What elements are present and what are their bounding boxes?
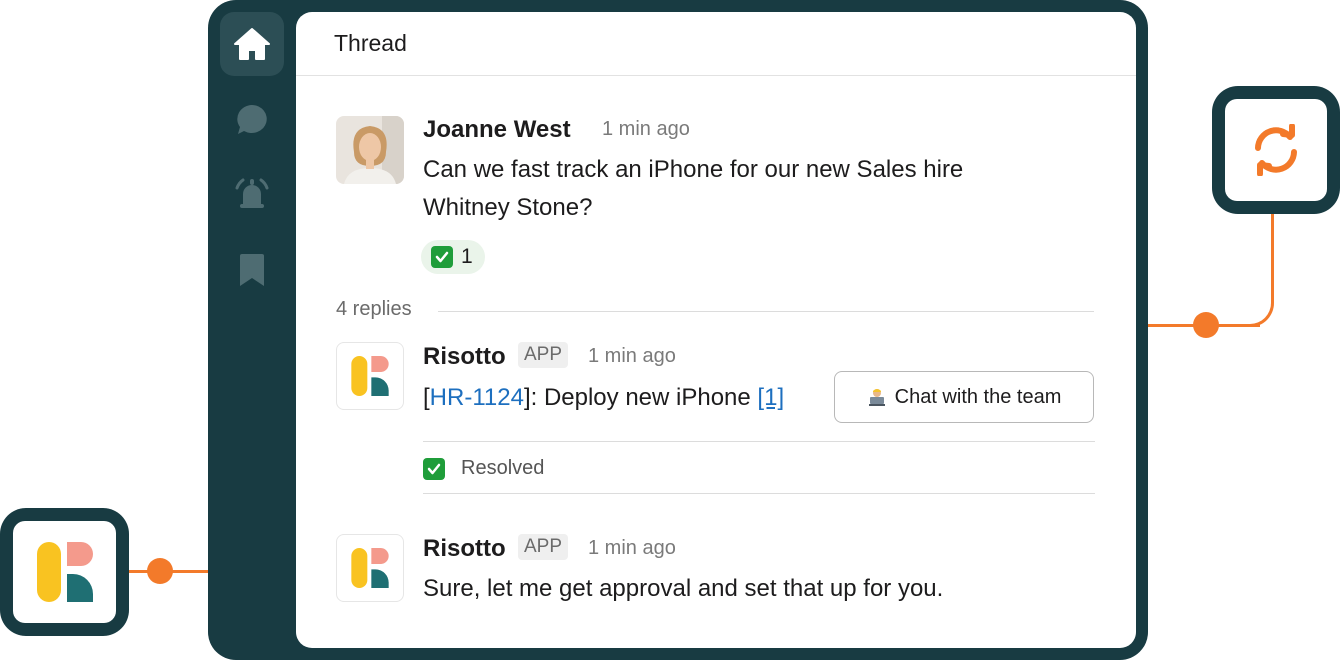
message-text-line1: Can we fast track an iPhone for our new … [423,156,964,183]
status-divider-bottom [423,493,1095,494]
alarm-bell-icon [235,178,269,208]
reference-link[interactable]: [1] [757,384,784,411]
ticket-bracket-open: [ [423,384,430,411]
message-timestamp: 1 min ago [588,537,676,559]
thread-header: Thread [296,12,1136,76]
ticket-summary: : Deploy new iPhone [530,384,758,411]
risotto-logo-icon [36,542,93,602]
resolved-status: Resolved [423,457,544,480]
check-mark-icon [423,457,445,480]
app-badge: APP [518,534,569,560]
chat-with-team-label: Chat with the team [894,385,1062,408]
check-mark-icon [431,246,453,268]
reaction-count: 1 [461,245,473,268]
user-photo-icon [336,116,404,184]
ticket-bracket-close: ] [523,384,531,411]
ticket-link[interactable]: HR-1124 [430,384,524,411]
right-connector-curve [1230,206,1274,327]
message-timestamp: 1 min ago [588,345,676,367]
message-author[interactable]: Joanne West [423,116,571,144]
status-divider-top [423,441,1095,442]
risotto-app-tile[interactable] [0,508,129,636]
rail-home[interactable] [220,12,284,76]
sync-app-tile[interactable] [1212,86,1340,214]
app-badge: APP [518,342,569,368]
chat-bubble-icon [237,105,267,134]
message-author[interactable]: Risotto [423,535,506,563]
message-author[interactable]: Risotto [423,343,506,371]
sync-tile-inner [1225,99,1327,201]
thread-panel: Thread Joanne West 1 min ago Can we fast… [296,12,1136,648]
replies-count[interactable]: 4 replies [336,298,412,321]
message-text-line2: Whitney Stone? [423,194,593,221]
bookmark-icon [240,254,264,286]
risotto-logo-icon [351,356,389,396]
avatar[interactable] [336,342,404,410]
rail-alerts[interactable] [220,162,284,226]
left-connector-dot [147,558,173,584]
avatar[interactable] [336,534,404,602]
message-text: Can we fast track an iPhone for our new … [423,151,963,227]
thread-title: Thread [334,30,407,56]
risotto-logo-icon [351,548,389,588]
message-text: [HR-1124]: Deploy new iPhone [1] [423,379,784,417]
app-window: Thread Joanne West 1 min ago Can we fast… [208,0,1148,660]
sync-icon [1255,124,1297,176]
risotto-logo [13,521,116,623]
resolved-label: Resolved [461,457,545,479]
chat-with-team-button[interactable]: Chat with the team [834,371,1094,423]
rail-saved[interactable] [220,238,284,302]
reaction-pill[interactable]: 1 [421,240,485,274]
technologist-icon [868,389,885,406]
right-connector-dot [1193,312,1219,338]
message-timestamp: 1 min ago [602,118,690,140]
message-text: Sure, let me get approval and set that u… [423,575,944,602]
avatar[interactable] [336,116,404,184]
rail-messages[interactable] [220,88,284,152]
home-icon [234,28,270,60]
replies-divider [438,311,1094,312]
